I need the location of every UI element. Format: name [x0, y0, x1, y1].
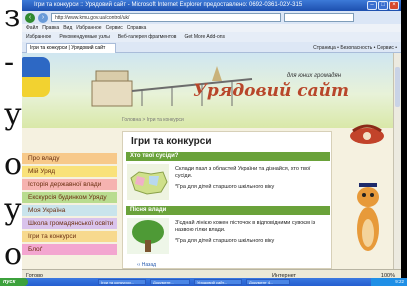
menu-item-favorites[interactable]: Избранное [76, 24, 101, 32]
cat-mascot-icon [357, 183, 379, 251]
site-banner: для юних громадян Урядовий сайт [22, 53, 393, 128]
menu-item-edit[interactable]: Правка [42, 24, 59, 32]
stage: з - у о у о Ігри та конкурси :: Урядовий… [0, 0, 407, 286]
menu-bar: Файл Правка Вид Избранное Сервис Справка [22, 24, 401, 32]
maximize-button[interactable]: □ [378, 1, 388, 10]
side-letter: у [4, 97, 22, 132]
taskbar: пуск Ігри та конкурси... Документ... Уря… [0, 278, 407, 286]
forward-button[interactable]: › [38, 12, 48, 23]
side-letter: у [4, 192, 22, 227]
taskbar-button[interactable]: Документ 4... [246, 279, 290, 285]
game-age-note: *Гра для дітей старшого шкільного віку [175, 238, 275, 244]
window-titlebar: Ігри та конкурси :: Урядовий сайт - Micr… [22, 0, 401, 11]
web-page: для юних громадян Урядовий сайт Головна … [22, 53, 393, 269]
nav-item-civic-school[interactable]: Школа громадянської освіти [22, 218, 117, 229]
address-bar: ‹ › http://www.kmu.gov.ua/control/uk/ [22, 11, 401, 24]
breadcrumb[interactable]: Головна > Ігри та конкурси [122, 117, 184, 123]
favorites-link[interactable]: Рекомендуемые узлы [59, 32, 110, 42]
game-heading-song[interactable]: Пісня влади [126, 206, 330, 215]
menu-item-tools[interactable]: Сервис [106, 24, 123, 32]
close-button[interactable]: × [389, 1, 399, 10]
system-tray-clock: 9:22 [371, 278, 407, 286]
url-input[interactable]: http://www.kmu.gov.ua/control/uk/ [51, 13, 281, 22]
content-panel: Ігри та конкурси Хто твої сусіди? Склади… [122, 131, 332, 269]
browser-window: Ігри та конкурси :: Урядовий сайт - Micr… [22, 0, 401, 282]
game-age-note: *Гра для дітей старшого шкільного віку [175, 184, 275, 190]
back-link[interactable]: ‹‹ Назад [137, 262, 156, 268]
taskbar-button[interactable]: Документ... [150, 279, 190, 285]
site-subtitle: для юних громадян [286, 73, 341, 79]
favorites-link[interactable]: Get More Add-ons [184, 32, 225, 42]
tab-bar: Ігри та конкурси | Урядовий сайт Страниц… [22, 42, 401, 53]
nav-item-my-ukraine[interactable]: Моя Україна [22, 205, 117, 216]
minimize-button[interactable]: – [367, 1, 377, 10]
game-description: З'єднай лінією кожен пісточок в відповід… [175, 220, 316, 233]
back-button[interactable]: ‹ [25, 12, 35, 23]
favorites-link[interactable]: Веб-галерея фрагментов [118, 32, 177, 42]
nav-item-history[interactable]: Історія державної влади [22, 179, 117, 190]
window-controls: – □ × [367, 1, 399, 10]
left-navigation: Про владу Мій Уряд Історія державної вла… [22, 153, 117, 257]
vertical-scrollbar[interactable] [393, 53, 401, 269]
taskbar-button[interactable]: Урядовий сайт... [194, 279, 242, 285]
menu-item-file[interactable]: Файл [26, 24, 38, 32]
game-heading-neighbors[interactable]: Хто твої сусіди? [126, 152, 330, 161]
telephone-icon[interactable] [347, 123, 387, 145]
favorites-button[interactable]: Избранное [26, 32, 51, 42]
start-button[interactable]: пуск [0, 278, 28, 286]
menu-item-view[interactable]: Вид [63, 24, 72, 32]
nav-item-games[interactable]: Ігри та конкурси [22, 231, 117, 242]
side-letter: о [4, 237, 23, 272]
left-text-strip: з - у о у о [0, 0, 22, 286]
ukraine-map-icon[interactable] [127, 164, 169, 200]
window-title: Ігри та конкурси :: Урядовий сайт - Micr… [34, 2, 303, 8]
taskbar-button[interactable]: Ігри та конкурси... [98, 279, 146, 285]
command-bar[interactable]: Страница • Безопасность • Сервис • [313, 43, 397, 53]
page-title: Ігри та конкурси [131, 136, 212, 147]
game-description: Склади пазл з областей України та дізнай… [175, 166, 311, 179]
nav-item-my-government[interactable]: Мій Уряд [22, 166, 117, 177]
nav-item-excursion[interactable]: Екскурсія будинком Уряду [22, 192, 117, 203]
side-letter: з [4, 0, 21, 34]
tree-icon[interactable] [127, 218, 169, 254]
scrollbar-thumb[interactable] [395, 67, 400, 107]
tab-current[interactable]: Ігри та конкурси | Урядовий сайт [26, 43, 116, 53]
search-input[interactable] [284, 13, 354, 22]
site-logo-title[interactable]: Урядовий сайт [193, 81, 349, 101]
side-letter: - [4, 45, 15, 80]
side-letter: о [4, 147, 23, 182]
nav-item-about-power[interactable]: Про владу [22, 153, 117, 164]
nav-item-blog[interactable]: Блоґ [22, 244, 117, 255]
flag-icon [22, 57, 50, 97]
menu-item-help[interactable]: Справка [127, 24, 147, 32]
favorites-bar: Избранное Рекомендуемые узлы Веб-галерея… [22, 32, 401, 42]
